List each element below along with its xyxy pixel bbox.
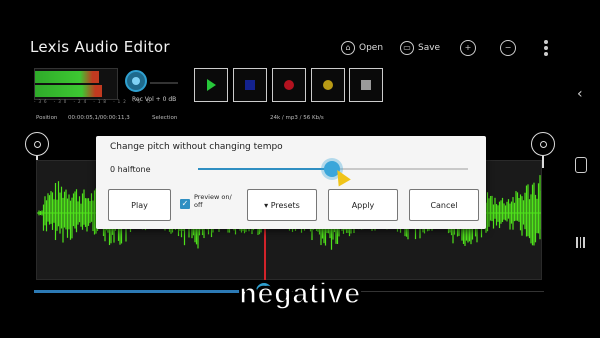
back-icon[interactable]: ‹ <box>577 86 583 102</box>
pause-button[interactable] <box>311 68 345 102</box>
rec-volume-knob[interactable] <box>125 70 147 92</box>
pitch-value: 0 halftone <box>110 165 151 174</box>
stop-icon <box>245 80 255 90</box>
caption-overlay: negative <box>238 277 361 311</box>
zoom-in-button[interactable]: + <box>460 38 476 58</box>
level-meter-bar-right <box>35 85 103 97</box>
dialog-title: Change pitch without changing tempo <box>110 142 283 152</box>
marker-pin-icon <box>539 140 547 148</box>
record-button[interactable] <box>272 68 306 102</box>
pause-icon <box>323 80 333 90</box>
format-info: 24k / mp3 / 56 Kb/s <box>270 115 324 121</box>
play-button[interactable] <box>194 68 228 102</box>
folder-open-icon: ⌂ <box>341 41 355 55</box>
pitch-dialog: Change pitch without changing tempo 0 ha… <box>96 136 486 229</box>
save-label: Save <box>418 43 441 53</box>
selection-end-stem <box>542 156 544 168</box>
zoom-out-button[interactable]: − <box>500 38 516 58</box>
record-icon <box>284 80 294 90</box>
open-label: Open <box>359 43 384 53</box>
play-icon <box>206 79 216 91</box>
apply-button[interactable]: Apply <box>328 189 398 221</box>
preview-label: Preview on/ off <box>194 193 232 209</box>
level-meter-bar-left <box>35 71 99 83</box>
stop-button[interactable] <box>233 68 267 102</box>
app-title: Lexis Audio Editor <box>30 38 170 56</box>
position-label: Position <box>36 115 58 121</box>
dialog-play-button[interactable]: Play <box>108 189 171 221</box>
zoom-in-icon: + <box>460 40 476 56</box>
marker-pin-icon <box>33 140 41 148</box>
save-button[interactable]: ▭ Save <box>400 38 440 58</box>
recents-icon[interactable] <box>576 237 585 248</box>
presets-button[interactable]: ▾ Presets <box>247 189 317 221</box>
rec-volume-track <box>150 82 178 84</box>
selection-label: Selection <box>152 115 178 121</box>
open-button[interactable]: ⌂ Open <box>341 38 383 58</box>
preview-checkbox[interactable]: ✓ <box>180 199 190 209</box>
pitch-slider-fill <box>198 168 332 170</box>
home-icon[interactable] <box>575 157 587 173</box>
selection-end-marker[interactable] <box>531 132 555 156</box>
square-icon <box>361 80 371 90</box>
save-icon: ▭ <box>400 41 414 55</box>
level-meter <box>34 68 118 100</box>
selection-start-marker[interactable] <box>25 132 49 156</box>
more-vert-icon[interactable] <box>544 40 548 56</box>
position-value: 00:00:05,1/00:00:11,3 <box>68 115 130 121</box>
zoom-out-icon: − <box>500 40 516 56</box>
rec-volume-label: Rec Vol + 0 dB <box>132 96 177 103</box>
cancel-button[interactable]: Cancel <box>409 189 479 221</box>
square-button[interactable] <box>349 68 383 102</box>
